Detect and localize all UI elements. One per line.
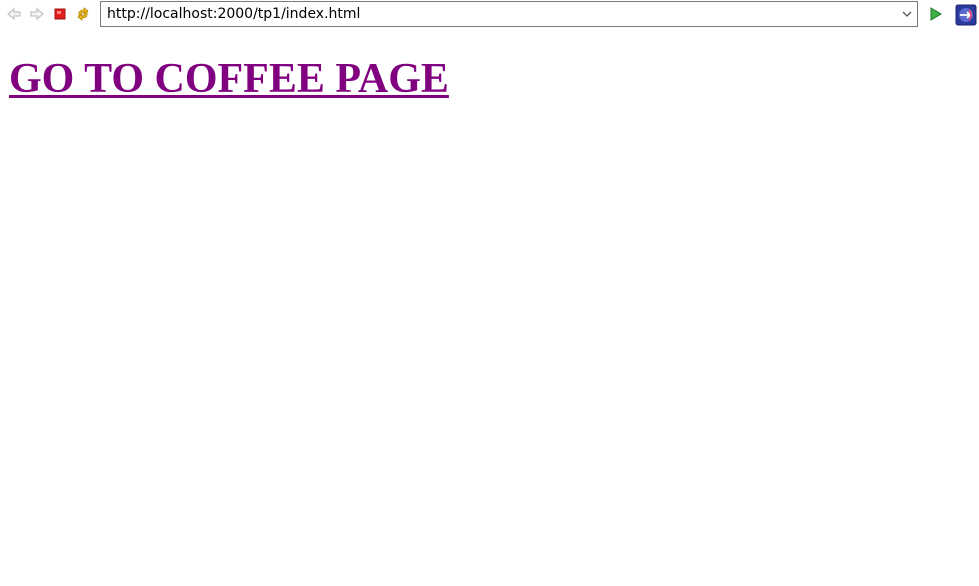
refresh-button[interactable] [75,6,91,22]
arrow-right-icon [29,6,45,22]
stop-button[interactable] [52,6,68,22]
address-dropdown-button[interactable] [899,6,915,22]
play-icon [928,6,944,22]
chevron-down-icon [901,5,913,24]
stop-icon [52,6,68,22]
page-content: GO TO COFFEE PAGE [9,55,449,103]
app-logo-icon [955,4,977,26]
arrow-left-icon [6,6,22,22]
address-bar[interactable] [100,1,918,27]
go-button[interactable] [928,6,944,22]
forward-button[interactable] [29,6,45,22]
coffee-page-link[interactable]: GO TO COFFEE PAGE [9,56,449,102]
url-input[interactable] [101,2,891,26]
app-logo-button[interactable] [955,4,977,26]
browser-toolbar [0,0,979,30]
refresh-icon [75,6,91,22]
back-button[interactable] [6,6,22,22]
